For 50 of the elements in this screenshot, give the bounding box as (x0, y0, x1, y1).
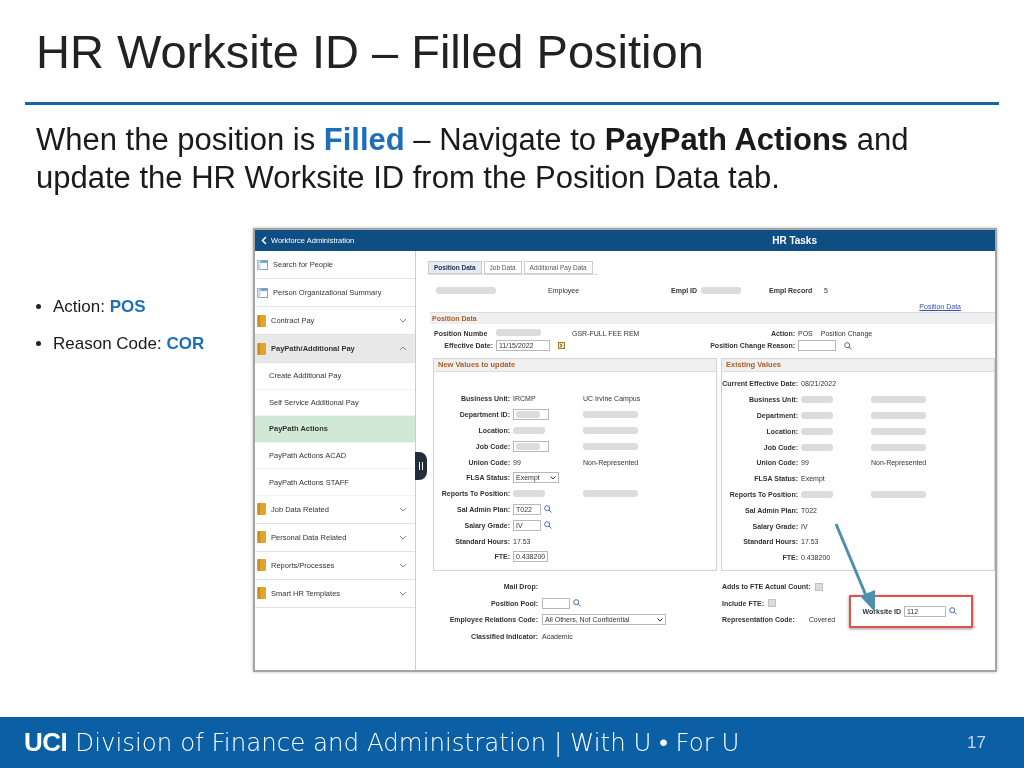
book-icon (257, 559, 266, 572)
brand-logo: UCI (24, 727, 68, 758)
intro-text: When the position is Filled – Navigate to PayPath Actions and update the HR Worksite ID from the Position Data tab. (36, 121, 910, 197)
chevron-down-icon (399, 506, 407, 512)
redacted-value (513, 490, 545, 498)
calendar-icon[interactable] (558, 342, 565, 349)
redacted-value (801, 412, 833, 419)
window-icon (257, 259, 268, 270)
redacted-value (801, 396, 833, 404)
search-icon[interactable] (544, 521, 552, 530)
book-icon (257, 503, 266, 516)
search-icon[interactable] (949, 607, 957, 616)
redacted-value (513, 427, 545, 434)
redacted-field[interactable] (513, 409, 549, 421)
chevron-left-icon (261, 236, 267, 245)
bullet-text: Action: POS (53, 296, 146, 317)
slide-title: HR Worksite ID – Filled Position (36, 24, 705, 80)
book-icon (257, 587, 266, 600)
chevron-down-icon (399, 534, 407, 540)
bullet-text: Reason Code: COR (53, 333, 205, 354)
search-icon[interactable] (544, 505, 552, 514)
caret-icon (657, 617, 663, 622)
redacted-value (801, 427, 833, 435)
book-icon (257, 314, 266, 327)
chevron-down-icon (399, 590, 407, 596)
caret-icon (550, 475, 556, 480)
search-icon[interactable] (844, 341, 852, 350)
page-title: HR Tasks (772, 235, 817, 246)
input-field[interactable] (798, 340, 836, 351)
bullet-icon (36, 304, 41, 309)
chevron-up-icon (399, 346, 407, 351)
page-number: 17 (967, 732, 986, 753)
book-icon (257, 342, 266, 355)
search-icon[interactable] (573, 599, 581, 608)
input-field[interactable] (542, 597, 570, 609)
redacted-field[interactable] (513, 440, 549, 452)
footer-tagline: Division of Finance and Administration | With U • For U (75, 728, 740, 757)
book-icon (257, 531, 266, 544)
bullet-icon (36, 341, 41, 346)
collapse-handle[interactable] (415, 452, 427, 480)
redacted-value (801, 443, 833, 451)
chevron-down-icon (399, 318, 407, 323)
checkbox[interactable] (768, 599, 776, 608)
redacted-value (701, 286, 741, 294)
redacted-value (801, 490, 833, 498)
redacted-value (496, 329, 541, 336)
redacted-value (436, 286, 496, 294)
checkbox[interactable] (814, 582, 823, 591)
chevron-down-icon (399, 562, 407, 568)
window-icon (257, 287, 268, 298)
